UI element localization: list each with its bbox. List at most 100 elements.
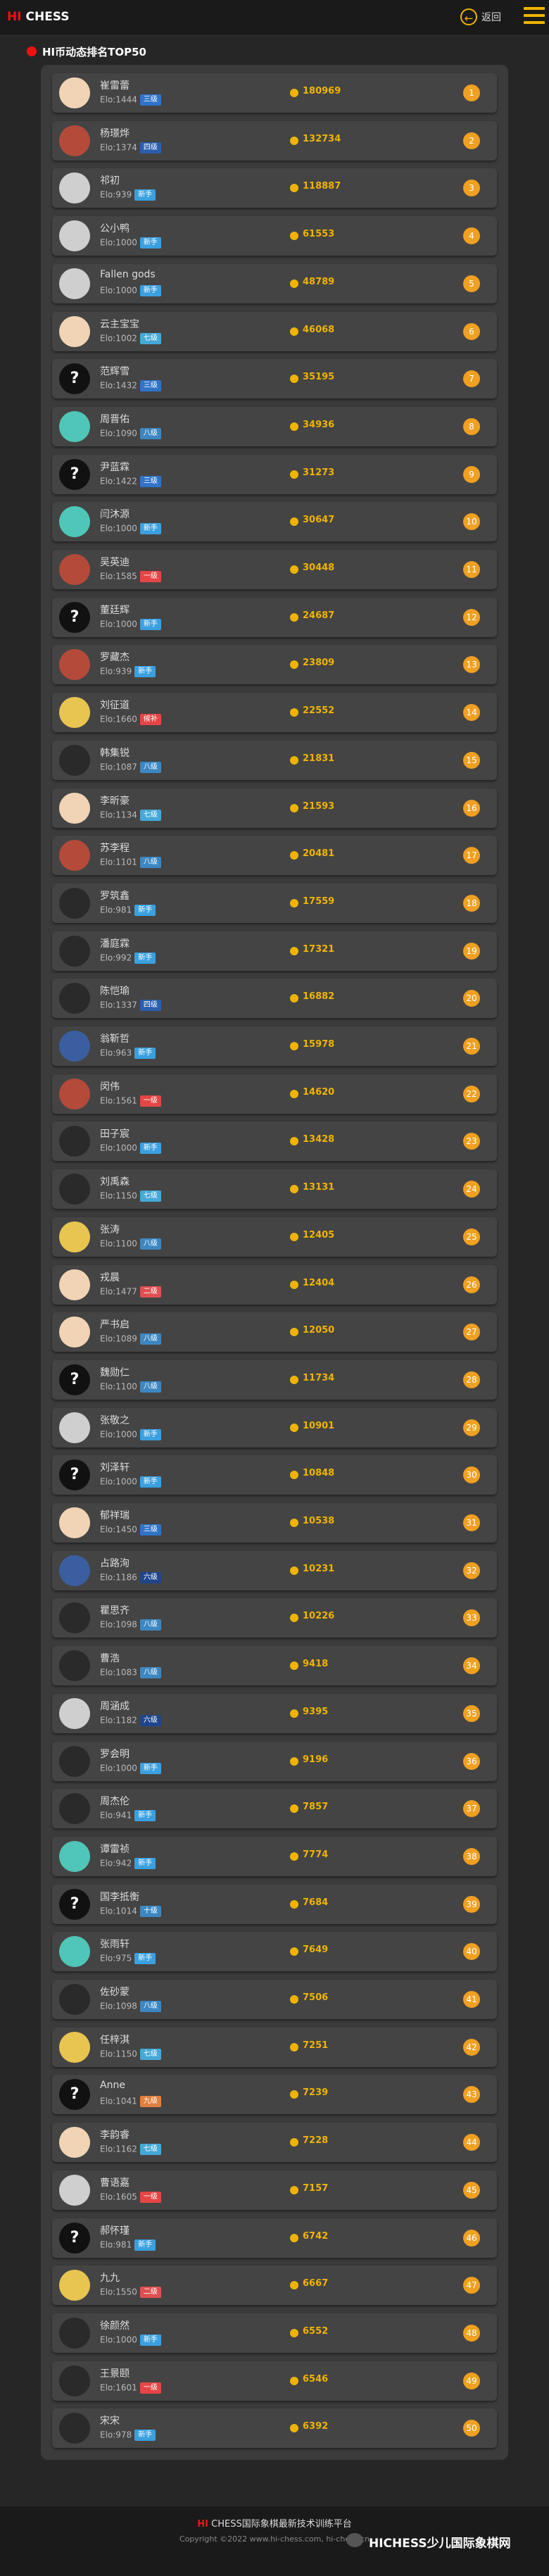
player-row[interactable]: 韩集锐 Elo:1087 八级 21831 15 xyxy=(52,740,497,780)
player-row[interactable]: 瞿思齐 Elo:1098 八级 10226 33 xyxy=(52,1598,497,1638)
player-row[interactable]: 刘禹森 Elo:1150 七级 13131 24 xyxy=(52,1169,497,1210)
coin-icon xyxy=(290,1423,298,1432)
player-row[interactable]: 杨璟烨 Elo:1374 四级 132734 2 xyxy=(52,120,497,161)
player-row[interactable]: 陈恺瑜 Elo:1337 四级 16882 20 xyxy=(52,979,497,1019)
player-row[interactable]: 王景颐 Elo:1601 一级 6546 49 xyxy=(52,2361,497,2401)
player-row[interactable]: ? 范辉雪 Elo:1432 三级 35195 7 xyxy=(52,359,497,399)
level-badge: 三级 xyxy=(139,1524,161,1535)
level-badge: 新手 xyxy=(134,952,156,964)
avatar xyxy=(59,1507,90,1538)
player-row[interactable]: 任梓淇 Elo:1150 七级 7251 42 xyxy=(52,2027,497,2067)
player-row[interactable]: 罗筑鑫 Elo:981 新手 17559 18 xyxy=(52,883,497,923)
rank-badge: 48 xyxy=(463,2324,480,2342)
player-row[interactable]: 占路洵 Elo:1186 六级 10231 32 xyxy=(52,1550,497,1590)
player-row[interactable]: ? 国李抵衡 Elo:1014 十级 7684 39 xyxy=(52,1884,497,1924)
player-row[interactable]: 罗会明 Elo:1000 新手 9196 36 xyxy=(52,1741,497,1781)
player-elo: Elo:1000 新手 xyxy=(100,237,161,249)
player-elo: Elo:1337 四级 xyxy=(100,1000,161,1012)
player-name: 刘禹森 xyxy=(100,1176,130,1188)
level-badge: 一级 xyxy=(139,571,161,582)
player-row[interactable]: 闵伟 Elo:1561 一级 14620 22 xyxy=(52,1074,497,1114)
avatar xyxy=(59,649,90,681)
level-badge: 新手 xyxy=(134,1048,156,1059)
player-name: 闵伟 xyxy=(100,1081,120,1093)
player-score: 21831 xyxy=(303,753,335,764)
player-row[interactable]: ? 刘泽轩 Elo:1000 新手 10848 30 xyxy=(52,1455,497,1495)
player-row[interactable]: 谭雷祯 Elo:942 新手 7774 38 xyxy=(52,1836,497,1876)
rank-badge: 50 xyxy=(463,2420,480,2437)
level-badge: 新手 xyxy=(134,666,156,678)
coin-icon xyxy=(290,2042,298,2052)
player-row[interactable]: ? Anne Elo:1041 九级 7239 43 xyxy=(52,2075,497,2115)
rank-badge: 23 xyxy=(463,1133,480,1150)
player-score: 9418 xyxy=(303,1659,329,1670)
player-row[interactable]: 云主宝宝 Elo:1002 七级 46068 6 xyxy=(52,311,497,351)
player-score: 34936 xyxy=(303,419,335,430)
player-row[interactable]: 徐颜然 Elo:1000 新手 6552 48 xyxy=(52,2313,497,2353)
rank-badge: 10 xyxy=(463,513,480,531)
level-badge: 新手 xyxy=(134,1857,156,1869)
player-row[interactable]: 刘征道 Elo:1660 候补 22552 14 xyxy=(52,693,497,733)
player-elo: Elo:1550 二级 xyxy=(100,2287,161,2299)
player-score: 12404 xyxy=(303,1277,335,1288)
player-elo: Elo:1432 三级 xyxy=(100,380,161,392)
player-row[interactable]: 严书启 Elo:1089 八级 12050 27 xyxy=(52,1312,497,1352)
logo[interactable]: HI CHESS xyxy=(7,10,70,24)
player-score: 7157 xyxy=(303,2182,329,2194)
coin-icon xyxy=(290,803,298,812)
player-elo: Elo:1000 新手 xyxy=(100,1428,161,1440)
level-badge: 八级 xyxy=(139,1238,161,1250)
coin-icon xyxy=(290,1614,298,1623)
player-name: 罗筑鑫 xyxy=(100,890,130,902)
player-row[interactable]: 戎晨 Elo:1477 二级 12404 26 xyxy=(52,1264,497,1305)
player-row[interactable]: 郁祥瑞 Elo:1450 三级 10538 31 xyxy=(52,1503,497,1543)
player-row[interactable]: 祁初 Elo:939 新手 118887 3 xyxy=(52,168,497,208)
player-row[interactable]: 曹浩 Elo:1083 八级 9418 34 xyxy=(52,1646,497,1686)
player-row[interactable]: ? 魏勋仁 Elo:1100 八级 11734 28 xyxy=(52,1359,497,1400)
player-row[interactable]: 崔雷蕾 Elo:1444 三级 180969 1 xyxy=(52,73,497,113)
player-row[interactable]: 田子宸 Elo:1000 新手 13428 23 xyxy=(52,1121,497,1162)
player-row[interactable]: 翁靳哲 Elo:963 新手 15978 21 xyxy=(52,1026,497,1066)
level-badge: 新手 xyxy=(139,284,161,296)
avatar xyxy=(59,744,90,776)
player-row[interactable]: 张涛 Elo:1100 八级 12405 25 xyxy=(52,1217,497,1257)
player-row[interactable]: 罗藏杰 Elo:939 新手 23809 13 xyxy=(52,645,497,685)
player-row[interactable]: 吴英迪 Elo:1585 一级 30448 11 xyxy=(52,550,497,589)
level-badge: 新手 xyxy=(139,523,161,535)
player-row[interactable]: 公小鸭 Elo:1000 新手 61553 4 xyxy=(52,216,497,256)
player-row[interactable]: 宋宋 Elo:978 新手 6392 50 xyxy=(52,2408,497,2449)
player-row[interactable]: 曹语嘉 Elo:1605 一级 7157 45 xyxy=(52,2170,497,2210)
player-row[interactable]: 张雨轩 Elo:975 新手 7649 40 xyxy=(52,1932,497,1972)
back-button[interactable]: ← 返回 xyxy=(460,6,501,28)
player-name: 刘征道 xyxy=(100,700,130,712)
player-row[interactable]: 张敬之 Elo:1000 新手 10901 29 xyxy=(52,1407,497,1447)
player-row[interactable]: 九九 Elo:1550 二级 6667 47 xyxy=(52,2266,497,2306)
rank-badge: 30 xyxy=(463,1466,480,1484)
player-row[interactable]: ? 尹蓝霖 Elo:1422 三级 31273 9 xyxy=(52,454,497,494)
player-row[interactable]: Fallen gods Elo:1000 新手 48789 5 xyxy=(52,263,497,303)
player-row[interactable]: ? 董廷辉 Elo:1000 新手 24687 12 xyxy=(52,597,497,637)
player-row[interactable]: 李昕豪 Elo:1134 七级 21593 16 xyxy=(52,788,497,828)
player-name: 曹语嘉 xyxy=(100,2177,130,2189)
level-badge: 二级 xyxy=(139,2287,161,2299)
coin-icon xyxy=(290,1137,298,1146)
player-score: 180969 xyxy=(303,86,341,96)
player-row[interactable]: ? 郝怀瑾 Elo:981 新手 6742 46 xyxy=(52,2218,497,2258)
rank-badge: 21 xyxy=(463,1038,480,1055)
player-row[interactable]: 潘庭霖 Elo:992 新手 17321 19 xyxy=(52,931,497,971)
player-row[interactable]: 周晋佑 Elo:1090 八级 34936 8 xyxy=(52,406,497,446)
player-row[interactable]: 佐砂蒙 Elo:1098 八级 7506 41 xyxy=(52,1980,497,2019)
player-row[interactable]: 苏李程 Elo:1101 八级 20481 17 xyxy=(52,836,497,876)
level-badge: 四级 xyxy=(139,1000,161,1012)
rank-badge: 2 xyxy=(463,132,480,149)
avatar xyxy=(59,125,90,156)
player-row[interactable]: 周杰伦 Elo:941 新手 7857 37 xyxy=(52,1789,497,1829)
player-row[interactable]: 闫沐源 Elo:1000 新手 30647 10 xyxy=(52,502,497,542)
player-name: 田子宸 xyxy=(100,1129,130,1141)
player-elo: Elo:1585 一级 xyxy=(100,571,161,582)
player-row[interactable]: 周涵成 Elo:1182 六级 9395 35 xyxy=(52,1693,497,1733)
menu-icon[interactable] xyxy=(524,7,545,25)
player-row[interactable]: 李韵睿 Elo:1162 七级 7228 44 xyxy=(52,2123,497,2163)
player-elo: Elo:1098 八级 xyxy=(100,2001,161,2012)
coin-icon xyxy=(290,755,298,765)
